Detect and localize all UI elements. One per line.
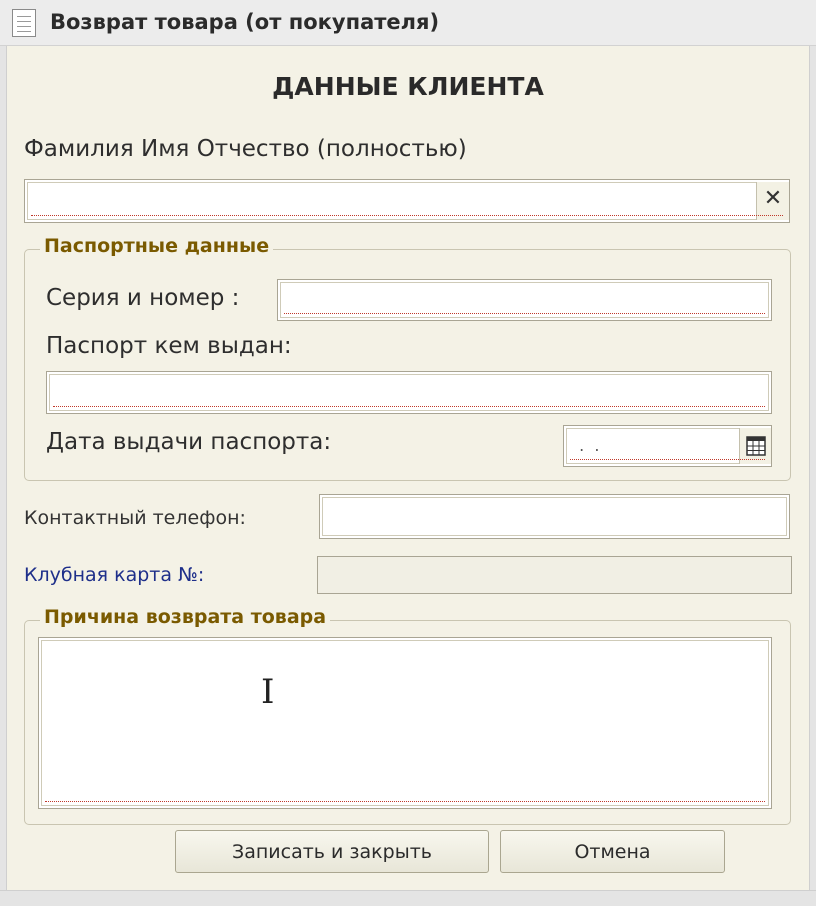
phone-input[interactable]: [319, 494, 790, 539]
calendar-icon: [746, 436, 766, 456]
document-icon: [12, 9, 36, 37]
club-card-input: [317, 556, 792, 594]
cancel-button[interactable]: Отмена: [500, 830, 725, 873]
window-frame-bottom: [0, 890, 816, 906]
window-title: Возврат товара (от покупателя): [50, 10, 440, 34]
form-heading: ДАННЫЕ КЛИЕНТА: [272, 72, 544, 101]
close-icon: ✕: [763, 186, 783, 211]
full-name-input[interactable]: ✕: [24, 179, 790, 223]
phone-label: Контактный телефон:: [24, 507, 246, 529]
issued-by-input[interactable]: [46, 371, 772, 414]
text-cursor-icon: I: [261, 672, 275, 712]
issue-date-label: Дата выдачи паспорта:: [46, 429, 332, 455]
issued-by-label: Паспорт кем выдан:: [46, 333, 292, 359]
save-and-close-button[interactable]: Записать и закрыть: [175, 830, 489, 873]
return-reason-textarea[interactable]: [38, 637, 772, 809]
series-number-label: Серия и номер :: [46, 285, 240, 311]
clear-button[interactable]: ✕: [756, 182, 789, 220]
full-name-label: Фамилия Имя Отчество (полностью): [24, 136, 467, 162]
issue-date-input[interactable]: . .: [563, 425, 772, 467]
return-reason-group-title: Причина возврата товара: [40, 606, 331, 628]
calendar-button[interactable]: [739, 428, 771, 464]
window-frame-left: [0, 46, 7, 906]
window-titlebar[interactable]: Возврат товара (от покупателя): [0, 0, 816, 46]
passport-group-title: Паспортные данные: [40, 235, 274, 257]
club-card-label: Клубная карта №:: [24, 564, 205, 586]
issue-date-value: . .: [574, 436, 600, 455]
series-number-input[interactable]: [277, 279, 772, 321]
window-frame-right: [809, 46, 816, 906]
